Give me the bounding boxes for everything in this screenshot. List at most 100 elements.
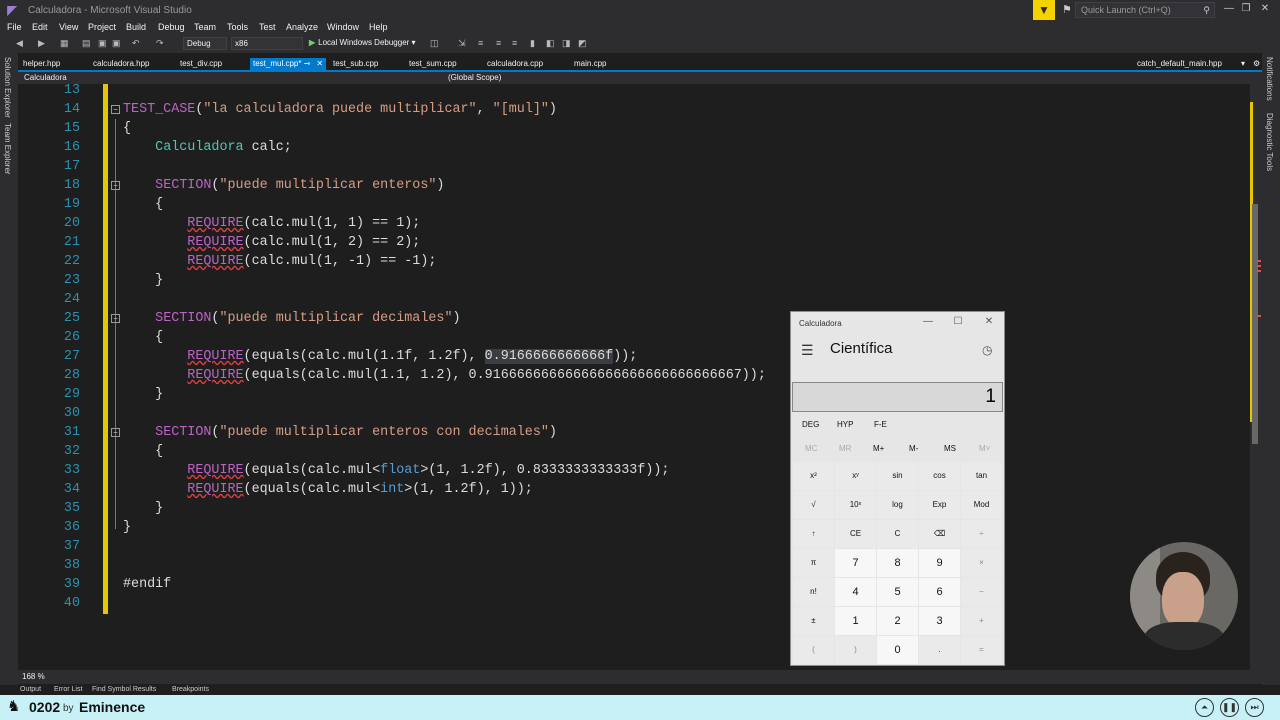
menu-help[interactable]: Help: [369, 22, 388, 32]
next-bookmark-icon[interactable]: ◨: [562, 38, 571, 49]
menu-file[interactable]: File: [7, 22, 22, 32]
calc-key-1-3[interactable]: Exp: [919, 491, 960, 519]
diagnostic-tools-tab[interactable]: Diagnostic Tools: [1265, 113, 1274, 171]
breakpoints-tab[interactable]: Breakpoints: [172, 686, 209, 693]
calc-key-4-4[interactable]: −: [961, 578, 1002, 606]
calc-key-5-4[interactable]: +: [961, 607, 1002, 635]
calc-key-6-3[interactable]: .: [919, 636, 960, 664]
code-line[interactable]: REQUIRE(equals(calc.mul<float>(1, 1.2f),…: [123, 461, 669, 480]
calc-key-0-2[interactable]: sin: [877, 462, 918, 490]
maximize-button[interactable]: ❐: [1238, 3, 1254, 14]
close-button[interactable]: ✕: [1257, 3, 1273, 14]
code-editor[interactable]: 13 14 TEST_CASE("la calculadora puede mul…: [18, 83, 1250, 670]
calc-key-1-4[interactable]: Mod: [961, 491, 1002, 519]
new-project-icon[interactable]: ▦: [60, 38, 69, 49]
indent-icon[interactable]: ≡: [478, 38, 483, 48]
team-explorer-tab[interactable]: Team Explorer: [3, 123, 12, 175]
code-line[interactable]: {: [123, 442, 163, 461]
calc-key-2-2[interactable]: C: [877, 520, 918, 548]
calc-key-4-0[interactable]: n!: [793, 578, 834, 606]
menu-view[interactable]: View: [59, 22, 78, 32]
calc-key-0-4[interactable]: tan: [961, 462, 1002, 490]
redo-icon[interactable]: ↷: [156, 38, 164, 49]
step-icon[interactable]: ⇲: [458, 38, 466, 49]
code-line[interactable]: REQUIRE(equals(calc.mul(1.1f, 1.2f), 0.9…: [123, 347, 637, 366]
notifications-tab[interactable]: Notifications: [1265, 57, 1274, 101]
save-icon[interactable]: ▣: [98, 38, 107, 49]
calc-key-6-2[interactable]: 0: [877, 636, 918, 664]
find-symbol-results-tab[interactable]: Find Symbol Results: [92, 686, 156, 693]
calc-key-1-2[interactable]: log: [877, 491, 918, 519]
code-line[interactable]: }: [123, 499, 163, 518]
calc-key-3-2[interactable]: 8: [877, 549, 918, 577]
collapse-icon[interactable]: −: [111, 428, 120, 437]
deg-button[interactable]: DEG: [802, 420, 819, 429]
configuration-dropdown[interactable]: Debug: [183, 37, 227, 50]
solution-explorer-tab[interactable]: Solution Explorer: [3, 57, 12, 118]
clear-bookmarks-icon[interactable]: ◩: [578, 38, 587, 49]
code-line[interactable]: }: [123, 271, 163, 290]
save-all-icon[interactable]: ▣: [112, 38, 121, 49]
code-line[interactable]: {: [123, 195, 163, 214]
calc-key-4-2[interactable]: 5: [877, 578, 918, 606]
code-line[interactable]: }: [123, 518, 131, 537]
calc-key-2-4[interactable]: ÷: [961, 520, 1002, 548]
scrollbar-thumb[interactable]: [1252, 204, 1258, 444]
code-line[interactable]: Calculadora calc;: [123, 138, 292, 157]
code-line[interactable]: REQUIRE(calc.mul(1, -1) == -1);: [123, 252, 436, 271]
calc-key-0-3[interactable]: cos: [919, 462, 960, 490]
platform-dropdown[interactable]: x86: [231, 37, 303, 50]
debug-tool-icon[interactable]: ◫: [430, 38, 439, 49]
undo-icon[interactable]: ↶: [132, 38, 140, 49]
filter-icon[interactable]: ▼: [1033, 0, 1055, 20]
calc-key-1-0[interactable]: √: [793, 491, 834, 519]
calc-key-2-0[interactable]: ↑: [793, 520, 834, 548]
calc-key-5-2[interactable]: 2: [877, 607, 918, 635]
code-line[interactable]: SECTION("puede multiplicar decimales"): [123, 309, 460, 328]
calc-key-5-1[interactable]: 1: [835, 607, 876, 635]
hyp-button[interactable]: HYP: [837, 420, 853, 429]
calc-key-2-3[interactable]: ⌫: [919, 520, 960, 548]
mc-button[interactable]: MC: [805, 444, 817, 453]
calc-key-6-1[interactable]: ): [835, 636, 876, 664]
code-line[interactable]: SECTION("puede multiplicar enteros con d…: [123, 423, 557, 442]
ms-button[interactable]: MS: [944, 444, 956, 453]
menu-project[interactable]: Project: [88, 22, 116, 32]
comment-icon[interactable]: ≡: [512, 38, 517, 48]
outdent-icon[interactable]: ≡: [496, 38, 501, 48]
next-icon[interactable]: ⏭: [1245, 698, 1264, 717]
calc-key-0-1[interactable]: xʸ: [835, 462, 876, 490]
output-tab[interactable]: Output: [20, 686, 41, 693]
pin-icon[interactable]: ⊸: [304, 59, 311, 68]
calc-key-5-3[interactable]: 3: [919, 607, 960, 635]
code-line[interactable]: }: [123, 385, 163, 404]
code-line[interactable]: {: [123, 328, 163, 347]
calc-key-3-0[interactable]: π: [793, 549, 834, 577]
m-plus-button[interactable]: M+: [873, 444, 884, 453]
feedback-flag-icon[interactable]: ⚑: [1062, 3, 1072, 16]
zoom-level[interactable]: 168 %: [22, 672, 45, 681]
close-tab-icon[interactable]: ✕: [316, 59, 323, 68]
menu-tools[interactable]: Tools: [227, 22, 248, 32]
calc-key-6-4[interactable]: =: [961, 636, 1002, 664]
menu-test[interactable]: Test: [259, 22, 276, 32]
code-line[interactable]: REQUIRE(calc.mul(1, 2) == 2);: [123, 233, 420, 252]
calc-maximize-button[interactable]: ☐: [951, 316, 965, 327]
menu-build[interactable]: Build: [126, 22, 146, 32]
hamburger-menu-icon[interactable]: ☰: [801, 342, 814, 359]
pause-icon[interactable]: ❚❚: [1220, 698, 1239, 717]
calc-key-3-3[interactable]: 9: [919, 549, 960, 577]
error-list-tab[interactable]: Error List: [54, 686, 82, 693]
menu-team[interactable]: Team: [194, 22, 216, 32]
code-line[interactable]: TEST_CASE("la calculadora puede multipli…: [123, 100, 557, 119]
calc-key-3-4[interactable]: ×: [961, 549, 1002, 577]
vertical-scrollbar[interactable]: [1250, 84, 1262, 670]
collapse-icon[interactable]: −: [111, 105, 120, 114]
menu-window[interactable]: Window: [327, 22, 359, 32]
up-icon[interactable]: ⏶: [1195, 698, 1214, 717]
back-icon[interactable]: ◀: [16, 38, 23, 49]
code-line[interactable]: REQUIRE(equals(calc.mul<int>(1, 1.2f), 1…: [123, 480, 533, 499]
code-line[interactable]: SECTION("puede multiplicar enteros"): [123, 176, 444, 195]
calc-key-4-3[interactable]: 6: [919, 578, 960, 606]
menu-analyze[interactable]: Analyze: [286, 22, 318, 32]
